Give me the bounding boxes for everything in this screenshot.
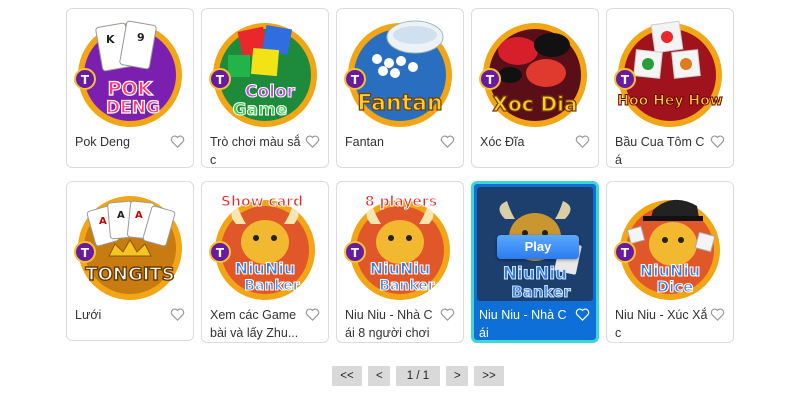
game-title[interactable]: Trò chơi màu sắc [210, 133, 304, 167]
svg-text:Banker: Banker [511, 283, 571, 301]
heart-outline-icon[interactable] [440, 134, 455, 149]
game-thumbnail-xoc-dia[interactable]: Xoc Dia T [478, 15, 592, 129]
game-thumbnail-niuniu-8-players[interactable]: 8 players NiuNiu Banker T [343, 188, 457, 302]
game-thumbnail-fantan[interactable]: Fantan T [343, 15, 457, 129]
hoo-hey-how-art: Hoo Hey How T [614, 20, 723, 127]
svg-text:Hoo Hey How: Hoo Hey How [617, 93, 722, 109]
heart-outline-icon[interactable] [170, 134, 185, 149]
game-card-tongits[interactable]: A A A TONGITS T Lưới [66, 181, 194, 341]
svg-text:T: T [81, 246, 90, 260]
game-title[interactable]: Fantan [345, 133, 439, 151]
game-title[interactable]: Lưới [75, 306, 169, 324]
heart-outline-icon[interactable] [575, 307, 590, 322]
svg-text:Dice: Dice [657, 278, 694, 296]
svg-text:NiuNiu: NiuNiu [370, 259, 431, 278]
fantan-art: Fantan T [344, 20, 452, 127]
game-card-pok-deng[interactable]: K 9 POK DENG T Pok Deng [66, 8, 194, 168]
svg-text:TONGITS: TONGITS [85, 264, 174, 285]
heart-outline-icon[interactable] [305, 307, 320, 322]
svg-text:Color: Color [245, 82, 296, 102]
game-thumbnail-niuniu-show-card[interactable]: Show card NiuNiu Banker T [208, 188, 322, 302]
game-card-fantan[interactable]: Fantan T Fantan [336, 8, 464, 168]
heart-outline-icon[interactable] [575, 134, 590, 149]
svg-text:9: 9 [137, 31, 145, 44]
svg-text:T: T [216, 73, 225, 87]
svg-text:A: A [117, 210, 125, 221]
pok-deng-art: K 9 POK DENG T [74, 20, 182, 127]
play-button[interactable]: Play [497, 235, 579, 259]
heart-outline-icon[interactable] [305, 134, 320, 149]
heart-outline-icon[interactable] [440, 307, 455, 322]
svg-text:T: T [81, 73, 90, 87]
svg-text:DENG: DENG [106, 98, 160, 118]
banner-text: Show card [221, 194, 303, 210]
svg-text:Game: Game [233, 100, 288, 120]
svg-text:A: A [99, 216, 107, 227]
game-thumbnail-niuniu-dice[interactable]: NiuNiu Dice T [613, 188, 727, 302]
game-title[interactable]: Niu Niu - Nhà Cái 8 người chơi [345, 306, 439, 342]
game-card-color-game[interactable]: Color Game T Trò chơi màu sắc [201, 8, 329, 168]
game-card-niuniu-banker[interactable]: NiuNiu Banker Play Niu Niu - Nhà Cái [471, 181, 599, 343]
next-page-button[interactable]: > [446, 366, 468, 386]
tongits-art: A A A TONGITS T [74, 196, 182, 300]
game-thumbnail-tongits[interactable]: A A A TONGITS T [73, 188, 187, 302]
game-card-niuniu-8-players[interactable]: 8 players NiuNiu Banker T Niu Niu - Nhà … [336, 181, 464, 343]
svg-text:Banker: Banker [244, 278, 300, 294]
game-thumbnail-pok-deng[interactable]: K 9 POK DENG T [73, 15, 187, 129]
game-card-niuniu-dice[interactable]: NiuNiu Dice T Niu Niu - Xúc Xắc [606, 181, 734, 343]
heart-outline-icon[interactable] [170, 307, 185, 322]
svg-text:POK: POK [108, 78, 154, 100]
svg-text:T: T [216, 246, 225, 260]
game-title[interactable]: Pok Deng [75, 133, 169, 151]
svg-text:Xoc Dia: Xoc Dia [493, 92, 578, 116]
game-thumbnail-color-game[interactable]: Color Game T [208, 15, 322, 129]
svg-text:T: T [621, 73, 630, 87]
svg-text:NiuNiu: NiuNiu [503, 264, 567, 284]
svg-text:T: T [486, 73, 495, 87]
game-title[interactable]: Xóc Đĩa [480, 133, 574, 151]
game-thumbnail-hoo-hey-how[interactable]: Hoo Hey How T [613, 15, 727, 129]
heart-outline-icon[interactable] [710, 134, 725, 149]
svg-text:T: T [351, 246, 360, 260]
game-title[interactable]: Niu Niu - Xúc Xắc [615, 306, 709, 342]
last-page-button[interactable]: >> [474, 366, 504, 386]
prev-page-button[interactable]: < [368, 366, 390, 386]
heart-outline-icon[interactable] [710, 307, 725, 322]
game-thumbnail-niuniu-banker[interactable]: NiuNiu Banker Play [477, 187, 593, 301]
niuniu-show-card-art: Show card NiuNiu Banker T [209, 194, 315, 300]
svg-text:NiuNiu: NiuNiu [235, 259, 296, 278]
svg-text:A: A [135, 210, 143, 221]
niuniu-8-players-art: 8 players NiuNiu Banker T [344, 194, 450, 300]
svg-text:K: K [106, 33, 115, 46]
svg-text:Fantan: Fantan [357, 91, 442, 116]
niuniu-dice-art: NiuNiu Dice T [614, 199, 720, 300]
xoc-dia-art: Xoc Dia T [479, 23, 587, 127]
first-page-button[interactable]: << [332, 366, 362, 386]
banner-text: 8 players [365, 194, 437, 210]
page-indicator: 1 / 1 [396, 366, 440, 386]
svg-text:T: T [621, 246, 630, 260]
game-title[interactable]: Bầu Cua Tôm Cá [615, 133, 709, 167]
svg-text:Banker: Banker [379, 278, 435, 294]
game-title[interactable]: Niu Niu - Nhà Cái [479, 306, 573, 340]
game-card-niuniu-show-card[interactable]: Show card NiuNiu Banker T Xem các Game b… [201, 181, 329, 343]
color-game-art: Color Game T [209, 23, 317, 127]
svg-text:T: T [351, 73, 360, 87]
pagination: << < 1 / 1 > >> [332, 366, 504, 386]
game-card-hoo-hey-how[interactable]: Hoo Hey How T Bầu Cua Tôm Cá [606, 8, 734, 168]
game-title[interactable]: Xem các Game bài và lấy Zhu... [210, 306, 304, 342]
game-card-xoc-dia[interactable]: Xoc Dia T Xóc Đĩa [471, 8, 599, 168]
